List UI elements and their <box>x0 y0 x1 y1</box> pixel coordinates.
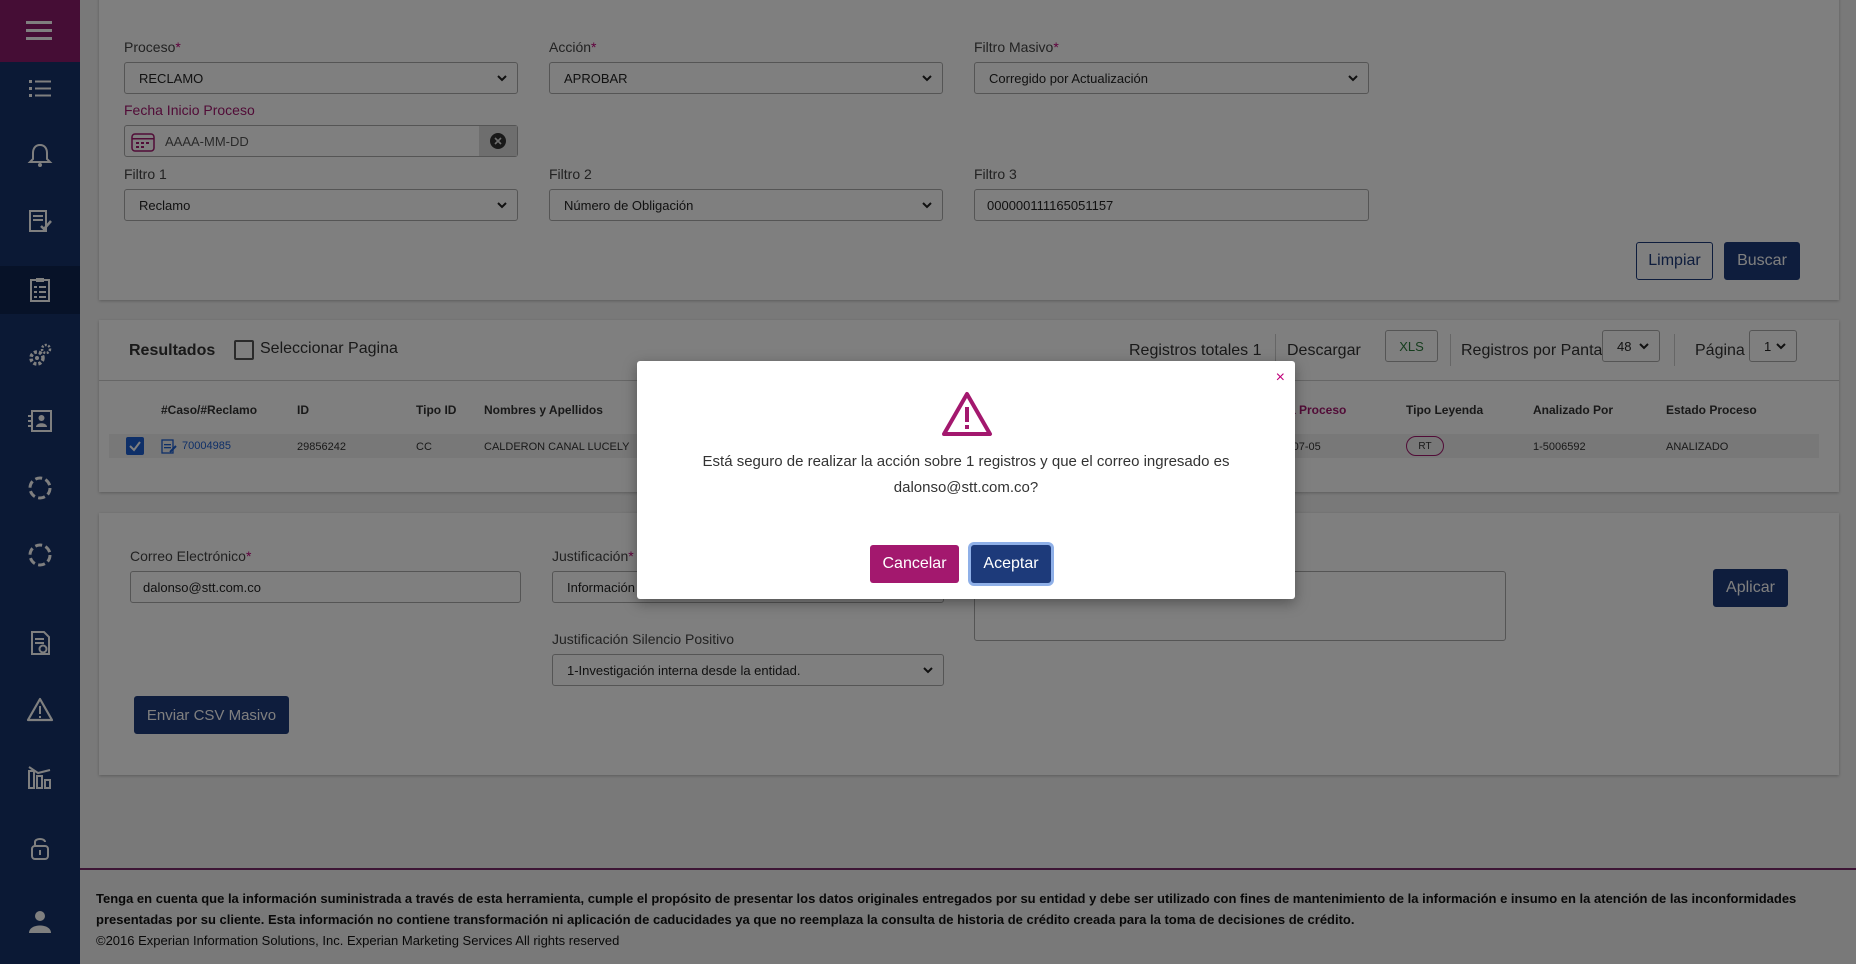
confirm-message: Está seguro de realizar la acción sobre … <box>702 453 1230 496</box>
cancel-button[interactable]: Cancelar <box>870 545 959 583</box>
close-icon[interactable]: × <box>1276 369 1285 387</box>
warning-icon <box>942 392 992 436</box>
accept-button[interactable]: Aceptar <box>971 545 1051 583</box>
confirm-dialog: × Está seguro de realizar la acción sobr… <box>637 361 1295 599</box>
